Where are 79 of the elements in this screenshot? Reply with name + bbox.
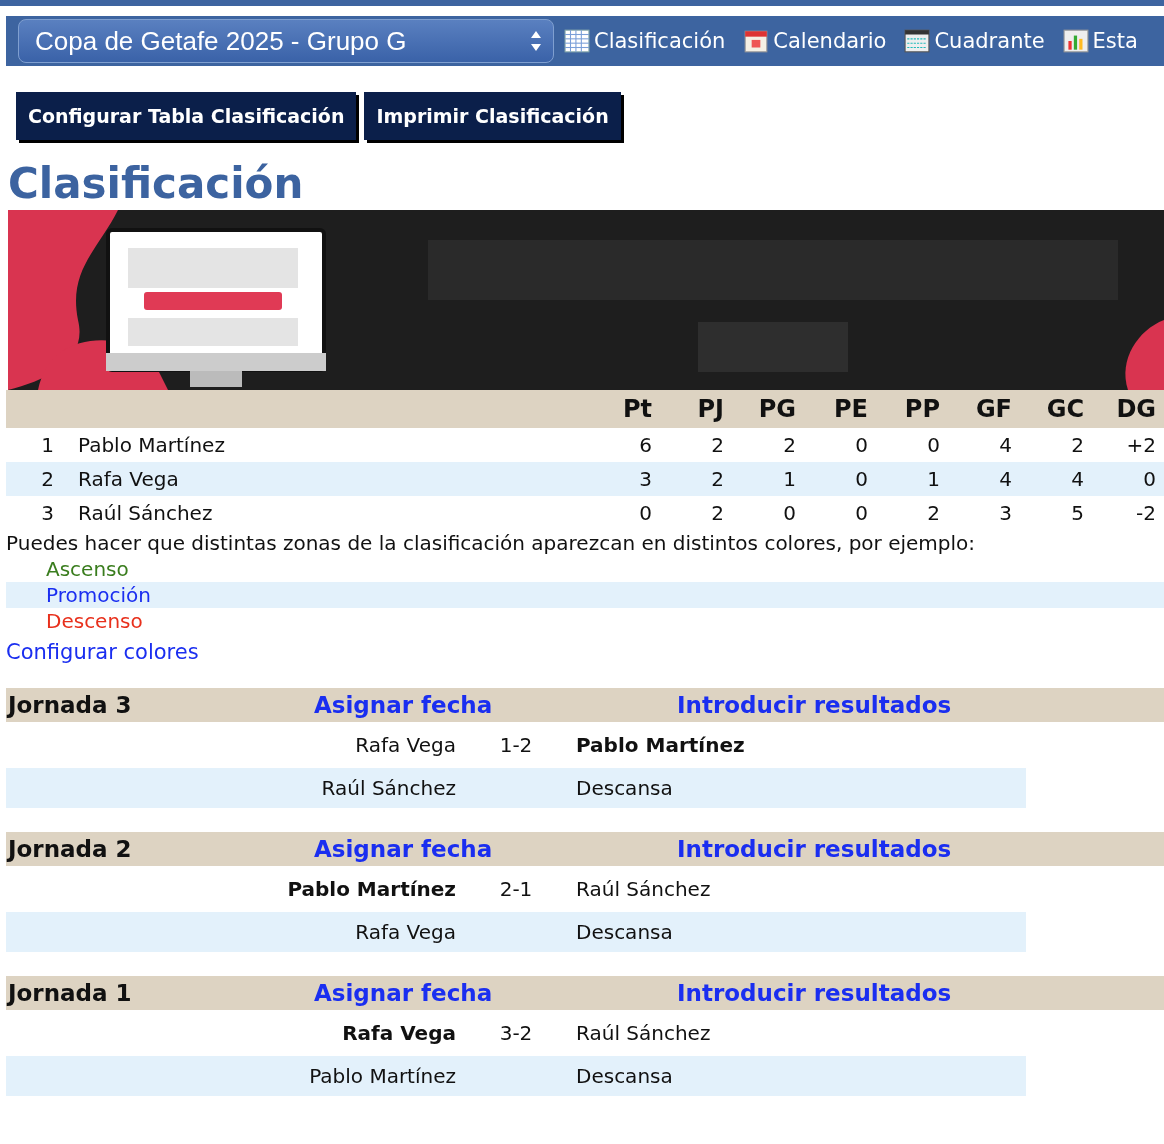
table-cell-text: 2 bbox=[782, 433, 797, 457]
table-cell-text: 0 bbox=[782, 501, 797, 525]
table-cell-text: 6 bbox=[638, 433, 653, 457]
away-team: Raúl Sánchez bbox=[576, 877, 712, 901]
round-title: Jornada 3 bbox=[6, 692, 133, 718]
team-cell-text: Raúl Sánchez bbox=[77, 501, 214, 525]
column-header: GC bbox=[1045, 395, 1085, 423]
table-cell-text: 0 bbox=[854, 467, 869, 491]
nav-link[interactable]: Clasificación bbox=[564, 28, 726, 54]
table-cell-text: 2 bbox=[1070, 433, 1085, 457]
column-header: PJ bbox=[696, 395, 725, 423]
home-team: Rafa Vega bbox=[341, 1021, 456, 1045]
table-cell-text: 0 bbox=[638, 501, 653, 525]
bar-chart-icon bbox=[1062, 28, 1089, 54]
table-cell-text: 0 bbox=[926, 433, 941, 457]
table-cell-text: 2 bbox=[926, 501, 941, 525]
rest-label: Descansa bbox=[576, 776, 674, 800]
grid-icon bbox=[564, 28, 590, 54]
column-header: GF bbox=[974, 395, 1013, 423]
table-cell-text: 2 bbox=[710, 433, 725, 457]
round-title: Jornada 1 bbox=[6, 980, 133, 1006]
column-header: PP bbox=[903, 395, 941, 423]
resting-team: Raúl Sánchez bbox=[320, 776, 456, 800]
table-cell-text: 4 bbox=[998, 433, 1013, 457]
nav-link[interactable]: Cuadrante bbox=[904, 28, 1045, 54]
match-score: 3-2 bbox=[498, 1021, 534, 1045]
rank-cell-text: 3 bbox=[40, 501, 55, 525]
table-cell-text: 4 bbox=[998, 467, 1013, 491]
table-cell-text: 0 bbox=[854, 501, 869, 525]
table-cell-text: 4 bbox=[1070, 467, 1085, 491]
team-cell-text: Pablo Martínez bbox=[77, 433, 226, 457]
match-score: 2-1 bbox=[498, 877, 534, 901]
enter-results-link[interactable]: Introducir resultados bbox=[677, 836, 952, 862]
table-cell-text: 2 bbox=[710, 501, 725, 525]
column-header: PG bbox=[757, 395, 797, 423]
assign-date-link[interactable]: Asignar fecha bbox=[314, 836, 493, 862]
team-cell-text: Rafa Vega bbox=[77, 467, 180, 491]
enter-results-link[interactable]: Introducir resultados bbox=[677, 692, 952, 718]
table-icon bbox=[904, 28, 931, 54]
calendar-icon bbox=[743, 28, 770, 54]
rest-label: Descansa bbox=[576, 1064, 674, 1088]
resting-team: Rafa Vega bbox=[354, 920, 456, 944]
nav-link[interactable]: Esta bbox=[1062, 28, 1138, 54]
rank-cell-text: 1 bbox=[40, 433, 55, 457]
competition-select[interactable]: Copa de Getafe 2025 - Grupo G bbox=[18, 19, 554, 63]
action-button[interactable]: Imprimir Clasificación bbox=[364, 92, 621, 140]
resting-team: Pablo Martínez bbox=[308, 1064, 456, 1088]
rest-label: Descansa bbox=[576, 920, 674, 944]
table-cell-text: 5 bbox=[1070, 501, 1085, 525]
away-team: Raúl Sánchez bbox=[576, 1021, 712, 1045]
zones-note: Puedes hacer que distintas zonas de la clasificación aparezcan en distintos colores, por ejemplo: bbox=[6, 530, 976, 556]
table-cell-text: 3 bbox=[638, 467, 653, 491]
configure-colors-link[interactable]: Configurar colores bbox=[6, 640, 199, 664]
page-heading: Clasificación bbox=[8, 158, 305, 210]
round-title: Jornada 2 bbox=[6, 836, 133, 862]
table-cell-text: 0 bbox=[1142, 467, 1157, 491]
column-header: Pt bbox=[621, 395, 653, 423]
table-cell-text: 1 bbox=[926, 467, 941, 491]
home-team: Rafa Vega bbox=[354, 733, 456, 757]
home-team: Pablo Martínez bbox=[286, 877, 456, 901]
column-header: DG bbox=[1115, 395, 1157, 423]
action-button[interactable]: Configurar Tabla Clasificación bbox=[16, 92, 357, 140]
table-cell-text: 3 bbox=[998, 501, 1013, 525]
table-cell-text: 0 bbox=[854, 433, 869, 457]
column-header: PE bbox=[833, 395, 869, 423]
match-score: 1-2 bbox=[498, 733, 534, 757]
table-cell-text: +2 bbox=[1125, 433, 1157, 457]
zone-label: Descenso bbox=[46, 609, 143, 633]
table-cell-text: 1 bbox=[782, 467, 797, 491]
table-cell-text: 2 bbox=[710, 467, 725, 491]
rank-cell-text: 2 bbox=[40, 467, 55, 491]
zone-label: Ascenso bbox=[46, 557, 129, 581]
enter-results-link[interactable]: Introducir resultados bbox=[677, 980, 952, 1006]
table-cell-text: -2 bbox=[1135, 501, 1157, 525]
assign-date-link[interactable]: Asignar fecha bbox=[314, 692, 493, 718]
nav-link[interactable]: Calendario bbox=[743, 28, 887, 54]
zone-label: Promoción bbox=[46, 583, 151, 607]
assign-date-link[interactable]: Asignar fecha bbox=[314, 980, 493, 1006]
away-team: Pablo Martínez bbox=[576, 733, 746, 757]
